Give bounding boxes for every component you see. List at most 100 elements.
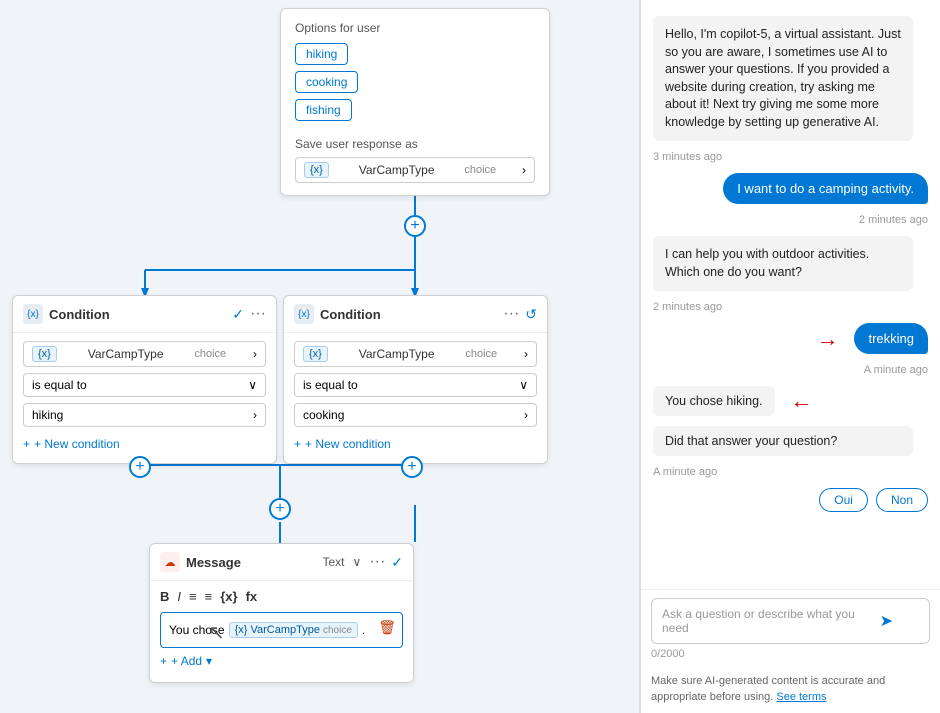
options-card: Options for user hiking cooking fishing …	[280, 8, 550, 196]
msg-var-name: VarCampType	[250, 624, 320, 636]
value-row-1[interactable]: hiking ›	[23, 403, 266, 427]
operator-dropdown-2[interactable]: is equal to ∨	[294, 373, 537, 397]
arrow-right-icon: ←	[791, 388, 813, 414]
bold-button[interactable]: B	[160, 589, 169, 604]
new-condition-2[interactable]: + + New condition	[294, 433, 537, 455]
did-answer-question: Did that answer your question?	[653, 426, 913, 456]
chat-counter: 0/2000	[651, 648, 930, 660]
condition-history-2[interactable]: ↺	[525, 306, 537, 323]
var-type-c2: choice	[465, 348, 497, 360]
var-name-c1: VarCampType	[88, 347, 164, 361]
chevron-val-1: ›	[253, 408, 257, 422]
msg-text: You chose	[169, 623, 225, 637]
condition-icon-2: {x}	[294, 304, 314, 324]
var-tag-c2: {x}	[303, 346, 328, 362]
msg-var-tag: {x}	[235, 624, 248, 636]
var-row-2[interactable]: {x} VarCampType choice ›	[294, 341, 537, 367]
plus-button-cond2[interactable]: +	[401, 456, 423, 478]
chat-messages: Hello, I'm copilot-5, a virtual assistan…	[641, 0, 940, 589]
condition-body-1: {x} VarCampType choice › is equal to ∨ h…	[13, 333, 276, 463]
delete-icon[interactable]: 🗑	[378, 619, 396, 636]
value-label-2: cooking	[303, 408, 344, 422]
save-response-label: Save user response as	[295, 137, 535, 151]
message-dots[interactable]: ···	[369, 553, 385, 571]
fx-button[interactable]: fx	[246, 589, 258, 604]
msg-period: .	[362, 623, 365, 637]
chevron-c1: ›	[253, 347, 257, 361]
message-card: ☁ Message Text ∨ ··· ✓ B I ≡ ≡ {x} fx Yo…	[149, 543, 414, 683]
send-button[interactable]: ➤	[880, 611, 893, 631]
operator-label-2: is equal to	[303, 378, 358, 392]
var-type: choice	[464, 164, 496, 176]
message-body: B I ≡ ≡ {x} fx You chose {x} VarCampType…	[150, 581, 413, 682]
condition-card-1: {x} Condition ✓ ··· {x} VarCampType choi…	[12, 295, 277, 464]
operator-dropdown-1[interactable]: is equal to ∨	[23, 373, 266, 397]
condition-dots-2[interactable]: ···	[503, 305, 519, 323]
chat-disclaimer: Make sure AI-generated content is accura…	[641, 668, 940, 713]
condition-icon-1: {x}	[23, 304, 43, 324]
add-button[interactable]: + + Add ▾	[160, 648, 403, 674]
bot-intro-message: Hello, I'm copilot-5, a virtual assistan…	[653, 16, 913, 141]
var-button[interactable]: {x}	[220, 589, 237, 604]
message-toolbar: B I ≡ ≡ {x} fx	[160, 589, 403, 604]
message-icon: ☁	[160, 552, 180, 572]
option-fishing[interactable]: fishing	[295, 99, 535, 127]
chevron-down-c2: ∨	[519, 378, 528, 392]
var-row-1[interactable]: {x} VarCampType choice ›	[23, 341, 266, 367]
message-title: Message	[186, 555, 316, 570]
bot-message-hiking: You chose hiking.	[653, 386, 775, 416]
chevron-add: ▾	[206, 654, 212, 668]
var-tag-c1: {x}	[32, 346, 57, 362]
condition-header-1: {x} Condition ✓ ···	[13, 296, 276, 333]
timestamp-5: A minute ago	[653, 466, 717, 478]
arrow-left-icon: →	[816, 326, 838, 352]
option-cooking[interactable]: cooking	[295, 71, 535, 99]
msg-var-pill: {x} VarCampType choice	[229, 622, 358, 638]
condition-body-2: {x} VarCampType choice › is equal to ∨ c…	[284, 333, 547, 463]
see-terms-link[interactable]: See terms	[776, 691, 826, 703]
user-message-1: I want to do a camping activity.	[723, 173, 928, 204]
condition-card-2: {x} Condition ··· ↺ {x} VarCampType choi…	[283, 295, 548, 464]
condition-header-2: {x} Condition ··· ↺	[284, 296, 547, 333]
timestamp-3: 2 minutes ago	[653, 301, 722, 313]
condition-title-2: Condition	[320, 307, 497, 322]
chat-input-box: Ask a question or describe what you need…	[651, 598, 930, 644]
message-check: ✓	[391, 554, 403, 571]
plus-icon-add: +	[160, 654, 167, 668]
option-hiking[interactable]: hiking	[295, 43, 535, 71]
chevron-icon: ›	[522, 163, 526, 177]
operator-label-1: is equal to	[32, 378, 87, 392]
list1-button[interactable]: ≡	[189, 589, 197, 604]
condition-title-1: Condition	[49, 307, 226, 322]
chat-panel: Hello, I'm copilot-5, a virtual assistan…	[640, 0, 940, 713]
condition-dots-1[interactable]: ···	[250, 305, 266, 323]
value-row-2[interactable]: cooking ›	[294, 403, 537, 427]
condition-check-1: ✓	[232, 306, 244, 323]
var-row[interactable]: {x} VarCampType choice ›	[295, 157, 535, 183]
chevron-msg-type[interactable]: ∨	[352, 555, 361, 569]
answer-buttons: Oui Non	[819, 488, 928, 512]
message-content[interactable]: You chose {x} VarCampType choice . 🗑	[160, 612, 403, 648]
user-message-trekking: trekking	[854, 323, 928, 354]
input-placeholder-text: Ask a question or describe what you need	[662, 607, 880, 635]
plus-button-cond1[interactable]: +	[129, 456, 151, 478]
non-button[interactable]: Non	[876, 488, 928, 512]
oui-button[interactable]: Oui	[819, 488, 868, 512]
new-condition-1[interactable]: + + New condition	[23, 433, 266, 455]
plus-button-merge[interactable]: +	[269, 498, 291, 520]
var-type-c1: choice	[194, 348, 226, 360]
value-label-1: hiking	[32, 408, 63, 422]
bot-message-1: I can help you with outdoor activities. …	[653, 236, 913, 291]
plus-button-1[interactable]: +	[404, 215, 426, 237]
list2-button[interactable]: ≡	[205, 589, 213, 604]
chat-input-area: Ask a question or describe what you need…	[641, 589, 940, 668]
plus-icon-nc1: +	[23, 437, 30, 451]
plus-icon-nc2: +	[294, 437, 301, 451]
italic-button[interactable]: I	[177, 589, 181, 604]
chevron-val-2: ›	[524, 408, 528, 422]
timestamp-2: 2 minutes ago	[859, 214, 928, 226]
disclaimer-text: Make sure AI-generated content is accura…	[651, 675, 885, 702]
msg-var-type: choice	[323, 625, 352, 636]
message-header: ☁ Message Text ∨ ··· ✓	[150, 544, 413, 581]
timestamp-1: 3 minutes ago	[653, 151, 722, 163]
